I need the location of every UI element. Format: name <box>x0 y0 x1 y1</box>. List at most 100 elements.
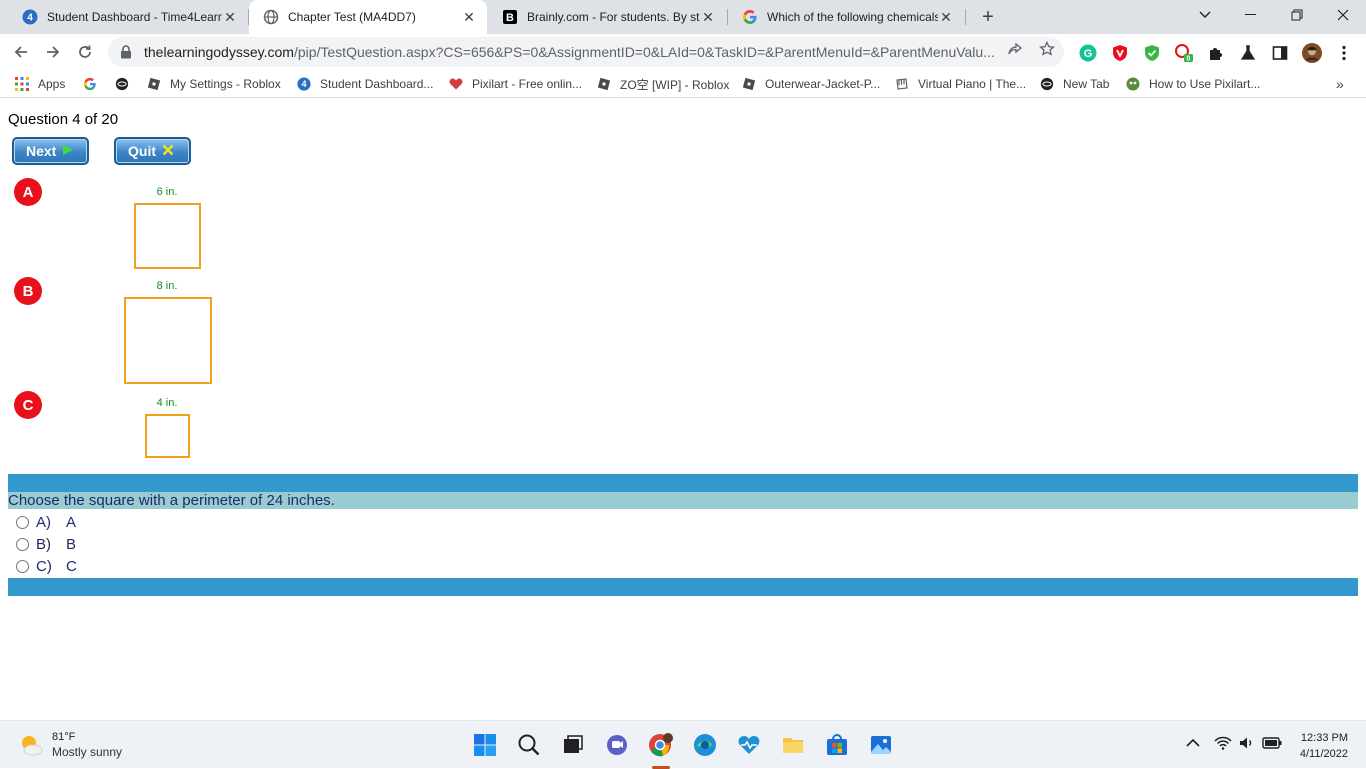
new-tab-button[interactable]: + <box>976 5 1000 29</box>
bookmarks-overflow-icon[interactable]: » <box>1336 74 1344 94</box>
choice-a-text: A <box>66 513 77 531</box>
choice-c-key: C) <box>36 557 52 575</box>
tab-google-search[interactable]: Which of the following chemicals ✕ <box>728 0 964 34</box>
bookmark-pixilart[interactable]: Pixilart - Free onlin... <box>448 74 582 94</box>
more-menu-icon[interactable] <box>1334 43 1354 63</box>
bookmark-globe[interactable] <box>114 74 138 94</box>
share-icon[interactable] <box>1007 41 1023 57</box>
close-tab-icon[interactable]: ✕ <box>461 9 477 26</box>
back-button[interactable] <box>8 39 34 65</box>
search-icon[interactable] <box>515 731 543 759</box>
chrome-beta-icon[interactable] <box>647 731 675 759</box>
profile-avatar[interactable] <box>1302 43 1322 63</box>
lock-icon[interactable] <box>120 45 134 59</box>
tab-strip: 4 Student Dashboard - Time4Learn ✕ Chapt… <box>0 0 1366 34</box>
choice-c-radio[interactable] <box>16 559 29 573</box>
lab-flask-icon[interactable] <box>1238 43 1258 63</box>
tab-search-icon[interactable] <box>1182 0 1228 30</box>
battery-icon[interactable] <box>1262 736 1282 753</box>
figure-a-side-label: 6 in. <box>156 186 178 198</box>
windows-start-icon[interactable] <box>471 731 499 759</box>
close-window-icon[interactable] <box>1320 0 1366 30</box>
weather-widget[interactable]: 81°F Mostly sunny <box>18 731 122 759</box>
choice-a-radio[interactable] <box>16 515 29 529</box>
pixilart-icon <box>1125 76 1141 92</box>
health-heart-icon[interactable] <box>735 731 763 759</box>
bookmark-label: New Tab <box>1063 77 1110 91</box>
figure-b-square <box>124 297 212 384</box>
choice-b-key: B) <box>36 535 51 553</box>
svg-text:4: 4 <box>302 79 307 89</box>
volume-icon[interactable] <box>1239 736 1255 753</box>
side-panel-icon[interactable] <box>1270 43 1290 63</box>
bookmark-star-icon[interactable] <box>1039 41 1055 57</box>
figure-a-badge: A <box>14 178 42 206</box>
svg-text:B: B <box>506 12 514 24</box>
bookmark-outerwear[interactable]: Outerwear-Jacket-P... <box>741 74 880 94</box>
grammarly-icon[interactable]: G <box>1078 43 1098 63</box>
globe-icon <box>1039 76 1055 92</box>
brainly-icon: B <box>502 9 518 25</box>
bookmarks-bar: Apps My Settings - Roblox 4 Student Dash… <box>0 70 1366 98</box>
tab-chapter-test[interactable]: Chapter Test (MA4DD7) ✕ <box>249 0 487 34</box>
tab-title: Chapter Test (MA4DD7) <box>288 10 416 24</box>
chat-icon[interactable] <box>603 731 631 759</box>
system-clock[interactable]: 12:33 PM 4/11/2022 <box>1286 730 1348 762</box>
tab-student-dashboard[interactable]: 4 Student Dashboard - Time4Learn ✕ <box>8 0 248 34</box>
forward-button[interactable] <box>40 39 66 65</box>
shield-icon[interactable] <box>1110 43 1130 63</box>
bookmark-how-to-pixilart[interactable]: How to Use Pixilart... <box>1125 74 1260 94</box>
shield-check-icon[interactable] <box>1142 43 1162 63</box>
bookmark-virtual-piano[interactable]: Virtual Piano | The... <box>894 74 1026 94</box>
edge-icon[interactable] <box>691 731 719 759</box>
minimize-icon[interactable] <box>1228 0 1274 30</box>
task-view-icon[interactable] <box>559 731 587 759</box>
close-tab-icon[interactable]: ✕ <box>938 9 954 26</box>
bookmark-apps[interactable]: Apps <box>14 74 65 94</box>
choice-a[interactable]: A) A <box>16 512 76 532</box>
close-tab-icon[interactable]: ✕ <box>700 9 716 26</box>
windows-taskbar: 81°F Mostly sunny 12:33 PM 4/11/2022 <box>0 720 1366 769</box>
roblox-icon <box>146 76 162 92</box>
choice-b[interactable]: B) B <box>16 534 76 554</box>
close-tab-icon[interactable]: ✕ <box>222 9 238 26</box>
quit-button[interactable]: Quit <box>114 137 191 165</box>
store-icon[interactable] <box>823 731 851 759</box>
tab-brainly[interactable]: B Brainly.com - For students. By stu ✕ <box>488 0 726 34</box>
url-path: /pip/TestQuestion.aspx?CS=656&PS=0&Assig… <box>293 44 995 60</box>
address-bar[interactable]: thelearningodyssey.com/pip/TestQuestion.… <box>108 37 1064 67</box>
url-host: thelearningodyssey.com <box>144 44 294 60</box>
weather-condition: Mostly sunny <box>52 745 123 759</box>
clock-time: 12:33 PM <box>1300 732 1348 744</box>
roblox-icon <box>741 76 757 92</box>
wifi-icon[interactable] <box>1214 736 1232 753</box>
file-explorer-icon[interactable] <box>779 731 807 759</box>
reload-button[interactable] <box>72 39 98 65</box>
next-button[interactable]: Next <box>12 137 89 165</box>
bookmark-label: My Settings - Roblox <box>170 77 281 91</box>
photos-icon[interactable] <box>867 731 895 759</box>
figure-c-square <box>145 414 190 458</box>
bookmark-student-dashboard[interactable]: 4 Student Dashboard... <box>296 74 433 94</box>
globe-icon <box>263 9 279 25</box>
sun-cloud-icon <box>22 736 43 756</box>
bookmark-google[interactable] <box>82 74 106 94</box>
browser-toolbar: thelearningodyssey.com/pip/TestQuestion.… <box>0 34 1366 70</box>
restore-icon[interactable] <box>1274 0 1320 30</box>
bookmark-label: Pixilart - Free onlin... <box>472 77 583 91</box>
time4learning-icon: 4 <box>296 76 312 92</box>
svg-text:G: G <box>1084 48 1093 60</box>
bookmark-roblox-settings[interactable]: My Settings - Roblox <box>146 74 281 94</box>
figure-c-badge: C <box>14 391 42 419</box>
tray-chevron-up-icon[interactable] <box>1186 736 1200 751</box>
close-x-icon <box>162 144 174 159</box>
choice-b-radio[interactable] <box>16 537 29 551</box>
extension-badge-icon[interactable]: 0 <box>1174 43 1194 63</box>
play-arrow-icon <box>62 144 74 159</box>
bookmark-new-tab[interactable]: New Tab <box>1039 74 1109 94</box>
bookmark-roblox-zo[interactable]: ZO空 [WIP] - Roblox <box>596 74 729 94</box>
bookmark-label: How to Use Pixilart... <box>1149 77 1261 91</box>
choice-c[interactable]: C) C <box>16 556 77 576</box>
tab-title: Student Dashboard - Time4Learn <box>47 10 222 24</box>
extensions-puzzle-icon[interactable] <box>1206 43 1226 63</box>
